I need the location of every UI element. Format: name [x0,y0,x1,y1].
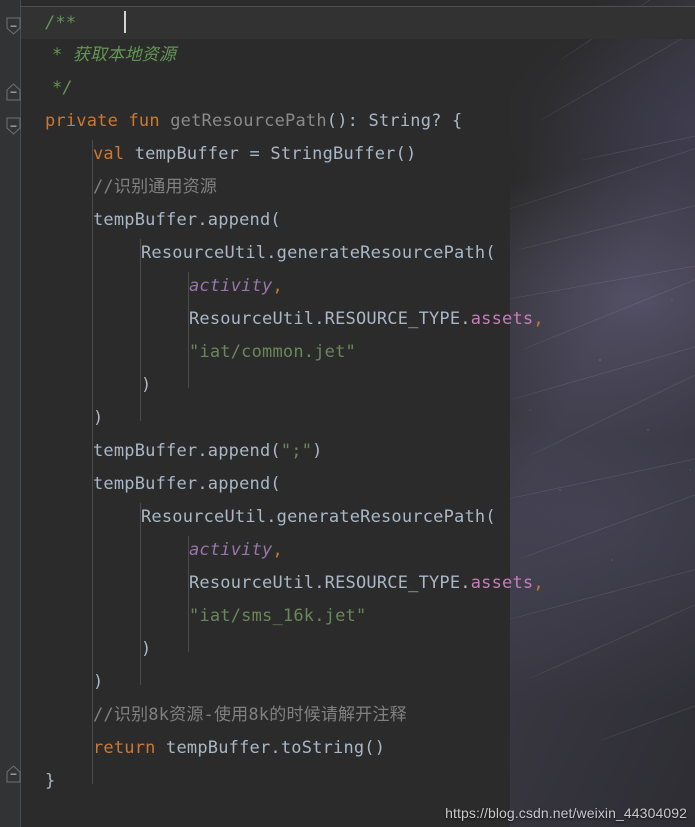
fold-marker-function-end[interactable] [6,765,21,783]
code-text-area[interactable]: /** * 获取本地资源 */ private fun getResourcePath… [0,0,695,827]
code-token: ResourceUtil.generateResourcePath( [141,243,496,263]
code-token: activity [189,540,273,560]
code-token: fun [128,111,171,131]
code-token: "iat/sms_16k.jet" [189,606,367,626]
line-val-tempbuffer[interactable]: val tempBuffer = StringBuffer() [0,138,695,171]
code-token: tempBuffer.toString() [166,738,386,758]
code-token: /** [45,13,77,33]
fold-marker-doc-end[interactable] [6,83,21,101]
line-comment-8k[interactable]: //识别8k资源-使用8k的时候请解开注释 [0,699,695,732]
code-token: assets [470,573,534,593]
code-token: tempBuffer.append( [93,210,281,230]
line-assets-2[interactable]: ResourceUtil.RESOURCE_TYPE.assets, [0,567,695,600]
code-token: return [93,738,167,758]
code-token: ResourceUtil.RESOURCE_TYPE. [189,573,471,593]
watermark-url: https://blog.csdn.net/weixin_44304092 [445,805,687,821]
line-generate-2[interactable]: ResourceUtil.generateResourcePath( [0,501,695,534]
code-token: assets [470,309,534,329]
code-token: ) [141,375,152,395]
code-token: String? { [368,111,463,131]
line-append-open-2[interactable]: tempBuffer.append( [0,468,695,501]
line-close-paren-outer-1[interactable]: ) [0,402,695,435]
code-token: tempBuffer.append( [93,474,281,494]
code-token: "iat/common.jet" [189,342,356,362]
code-token: activity [189,276,273,296]
code-token: //识别8k资源-使用8k的时候请解开注释 [93,705,407,725]
code-token: ) [141,639,152,659]
code-token: tempBuffer = StringBuffer() [134,144,417,164]
code-token: , [272,276,283,296]
code-token: ResourceUtil.RESOURCE_TYPE. [189,309,471,329]
line-generate-1[interactable]: ResourceUtil.generateResourcePath( [0,237,695,270]
code-token: } [45,771,56,791]
line-assets-1[interactable]: ResourceUtil.RESOURCE_TYPE.assets, [0,303,695,336]
line-return[interactable]: return tempBuffer.toString() [0,732,695,765]
line-close-paren-inner-1[interactable]: ) [0,369,695,402]
line-doc-close[interactable]: */ [0,72,695,105]
code-editor-window: /** * 获取本地资源 */ private fun getResourcePath… [0,0,695,827]
code-token: ";" [280,441,313,461]
code-token: ) [93,408,104,428]
code-token: , [272,540,283,560]
fold-marker-function-start[interactable] [6,117,21,135]
line-append-semicolon[interactable]: tempBuffer.append(";") [0,435,695,468]
line-close-paren-outer-2[interactable]: ) [0,666,695,699]
text-caret [124,11,126,33]
line-fun-signature[interactable]: private fun getResourcePath(): String? { [0,105,695,138]
code-token: (): [326,111,369,131]
line-comment-common[interactable]: //识别通用资源 [0,171,695,204]
code-token: * 获取本地资源 [52,45,177,65]
code-token: val [93,144,135,164]
code-token: , [533,309,544,329]
code-token: ResourceUtil.generateResourcePath( [141,507,496,527]
line-string-common[interactable]: "iat/common.jet" [0,336,695,369]
line-string-sms16k[interactable]: "iat/sms_16k.jet" [0,600,695,633]
line-doc-open[interactable]: /** [0,6,695,39]
line-doc-text[interactable]: * 获取本地资源 [0,39,695,72]
code-token: getResourcePath [170,111,327,131]
code-token: */ [52,78,73,98]
fold-marker-doc-start[interactable] [6,17,21,35]
code-token: private [45,111,129,131]
line-activity-1[interactable]: activity, [0,270,695,303]
line-close-paren-inner-2[interactable]: ) [0,633,695,666]
code-token: tempBuffer.append( [93,441,281,461]
code-token: //识别通用资源 [93,177,218,197]
code-token: , [533,573,544,593]
code-token: ) [93,672,104,692]
line-activity-2[interactable]: activity, [0,534,695,567]
code-token: ) [312,441,323,461]
line-append-open-1[interactable]: tempBuffer.append( [0,204,695,237]
line-function-close[interactable]: } [0,765,695,798]
